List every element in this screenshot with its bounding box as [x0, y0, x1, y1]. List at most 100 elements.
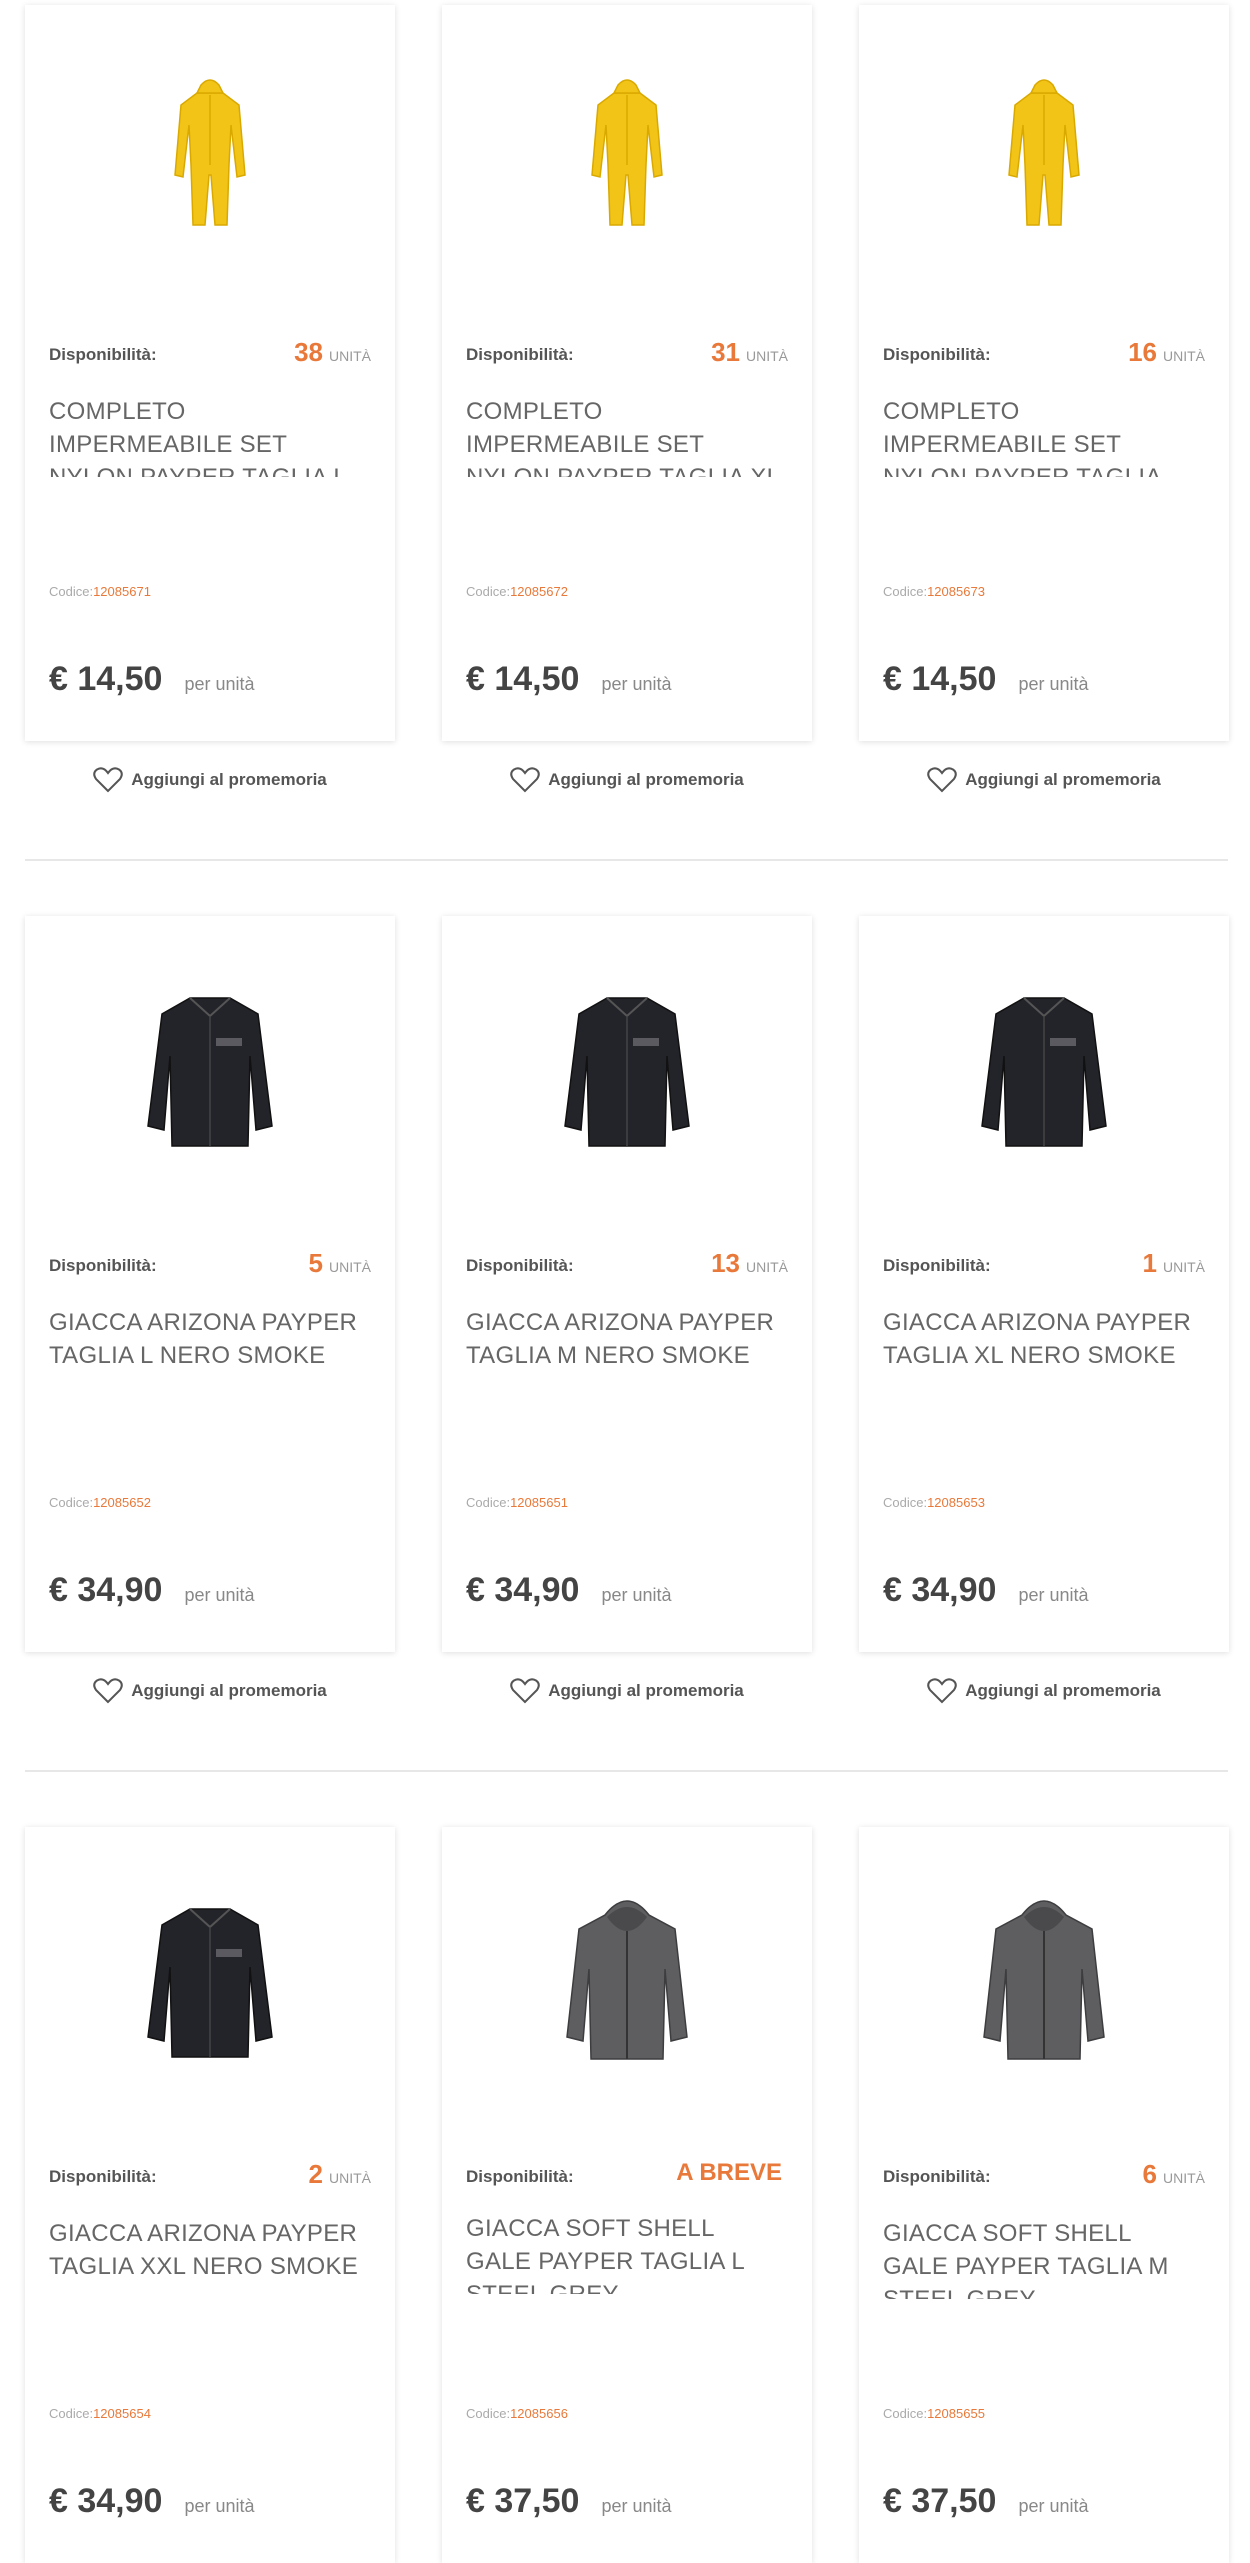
price-amount: € 34,90 — [883, 1571, 997, 1609]
product-title[interactable]: COMPLETO IMPERMEABILE SET NYLON PAYPER T… — [49, 395, 369, 477]
product-card[interactable]: Disponibilità: A BREVE GIACCA SOFT SHELL… — [442, 1827, 812, 2563]
stock-count: 1 — [1142, 1248, 1157, 1278]
code-label: Codice: — [883, 1495, 928, 1510]
stock-unit: UNITÀ — [1163, 1259, 1205, 1275]
stock-unit: UNITÀ — [1163, 348, 1205, 364]
heart-icon — [510, 1678, 540, 1704]
add-to-wishlist-button[interactable]: Aggiungi al promemoria — [25, 1676, 395, 1706]
heart-icon — [510, 767, 540, 793]
code-value: 12085656 — [510, 2406, 568, 2421]
add-to-wishlist-button[interactable]: Aggiungi al promemoria — [25, 765, 395, 795]
code-value: 12085671 — [93, 584, 151, 599]
stock-quantity: 2 UNITÀ — [309, 2159, 371, 2190]
product-image[interactable] — [442, 976, 812, 1176]
add-to-wishlist-button[interactable]: Aggiungi al promemoria — [859, 1676, 1229, 1706]
product-image[interactable] — [25, 1887, 395, 2087]
black-jacket-icon — [147, 1908, 273, 2058]
grey-softshell-jacket-icon — [983, 1900, 1105, 2060]
product-card[interactable]: Disponibilità: 13 UNITÀ GIACCA ARIZONA P… — [442, 916, 812, 1652]
code-value: 12085655 — [927, 2406, 985, 2421]
availability-label: Disponibilità: — [883, 1256, 991, 1275]
product-image[interactable] — [25, 976, 395, 1176]
add-to-wishlist-button[interactable]: Aggiungi al promemoria — [442, 765, 812, 795]
product-image[interactable] — [859, 976, 1229, 1176]
product-price: € 14,50 per unità — [466, 660, 672, 699]
stock-quantity: 5 UNITÀ — [309, 1248, 371, 1279]
code-label: Codice: — [466, 2406, 511, 2421]
heart-icon — [93, 767, 123, 793]
black-jacket-icon — [981, 997, 1107, 1147]
product-title[interactable]: GIACCA ARIZONA PAYPER TAGLIA L NERO SMOK… — [49, 1306, 369, 1372]
product-image[interactable] — [859, 1887, 1229, 2087]
price-unit: per unità — [184, 1585, 255, 1605]
product-price: € 34,90 per unità — [466, 1571, 672, 1610]
product-card[interactable]: Disponibilità: 5 UNITÀ GIACCA ARIZONA PA… — [25, 916, 395, 1652]
wishlist-label: Aggiungi al promemoria — [965, 1681, 1161, 1700]
price-amount: € 37,50 — [883, 2482, 997, 2520]
code-label: Codice: — [883, 584, 928, 599]
wishlist-label: Aggiungi al promemoria — [131, 1681, 327, 1700]
availability-label: Disponibilità: — [466, 2167, 574, 2186]
price-unit: per unità — [601, 1585, 672, 1605]
product-title[interactable]: GIACCA SOFT SHELL GALE PAYPER TAGLIA M S… — [883, 2217, 1203, 2299]
add-to-wishlist-button[interactable]: Aggiungi al promemoria — [859, 765, 1229, 795]
product-image[interactable] — [25, 65, 395, 265]
product-code: Codice:12085656 — [466, 2406, 568, 2421]
price-unit: per unità — [601, 674, 672, 694]
product-image[interactable] — [442, 65, 812, 265]
code-value: 12085653 — [927, 1495, 985, 1510]
product-code: Codice:12085652 — [49, 1495, 151, 1510]
price-amount: € 14,50 — [49, 660, 163, 698]
stock-unit: UNITÀ — [1163, 2170, 1205, 2186]
wishlist-label: Aggiungi al promemoria — [548, 1681, 744, 1700]
code-value: 12085651 — [510, 1495, 568, 1510]
product-image[interactable] — [859, 65, 1229, 265]
product-title[interactable]: COMPLETO IMPERMEABILE SET NYLON PAYPER T… — [883, 395, 1203, 477]
code-value: 12085673 — [927, 584, 985, 599]
wishlist-label: Aggiungi al promemoria — [965, 770, 1161, 789]
heart-icon — [927, 1678, 957, 1704]
product-card[interactable]: Disponibilità: 16 UNITÀ COMPLETO IMPERME… — [859, 5, 1229, 741]
add-to-wishlist-button[interactable]: Aggiungi al promemoria — [442, 1676, 812, 1706]
product-price: € 14,50 per unità — [883, 660, 1089, 699]
grey-softshell-jacket-icon — [566, 1900, 688, 2060]
product-image[interactable] — [442, 1887, 812, 2087]
yellow-rain-suit-icon — [174, 79, 246, 226]
product-title[interactable]: GIACCA ARIZONA PAYPER TAGLIA XXL NERO SM… — [49, 2217, 369, 2283]
price-amount: € 34,90 — [49, 2482, 163, 2520]
price-unit: per unità — [184, 2496, 255, 2516]
price-unit: per unità — [1018, 2496, 1089, 2516]
price-amount: € 34,90 — [49, 1571, 163, 1609]
product-card[interactable]: Disponibilità: 2 UNITÀ GIACCA ARIZONA PA… — [25, 1827, 395, 2563]
stock-count: 2 — [308, 2159, 323, 2189]
code-label: Codice: — [49, 584, 94, 599]
stock-count: 31 — [711, 337, 740, 367]
product-card[interactable]: Disponibilità: 1 UNITÀ GIACCA ARIZONA PA… — [859, 916, 1229, 1652]
product-card[interactable]: Disponibilità: 31 UNITÀ COMPLETO IMPERME… — [442, 5, 812, 741]
stock-count: 5 — [308, 1248, 323, 1278]
availability-label: Disponibilità: — [49, 1256, 157, 1275]
yellow-rain-suit-icon — [591, 79, 663, 226]
availability-label: Disponibilità: — [883, 345, 991, 364]
product-code: Codice:12085671 — [49, 584, 151, 599]
stock-quantity: 6 UNITÀ — [1143, 2159, 1205, 2190]
code-label: Codice: — [49, 2406, 94, 2421]
product-title[interactable]: COMPLETO IMPERMEABILE SET NYLON PAYPER T… — [466, 395, 786, 477]
stock-count: 16 — [1128, 337, 1157, 367]
product-card[interactable]: Disponibilità: 6 UNITÀ GIACCA SOFT SHELL… — [859, 1827, 1229, 2563]
heart-icon — [93, 1678, 123, 1704]
wishlist-label: Aggiungi al promemoria — [131, 770, 327, 789]
price-unit: per unità — [184, 674, 255, 694]
product-code: Codice:12085672 — [466, 584, 568, 599]
stock-status: A BREVE — [676, 2159, 782, 2186]
product-title[interactable]: GIACCA SOFT SHELL GALE PAYPER TAGLIA L S… — [466, 2212, 786, 2294]
product-title[interactable]: GIACCA ARIZONA PAYPER TAGLIA M NERO SMOK… — [466, 1306, 786, 1372]
product-price: € 37,50 per unità — [883, 2482, 1089, 2521]
availability-label: Disponibilità: — [883, 2167, 991, 2186]
product-title[interactable]: GIACCA ARIZONA PAYPER TAGLIA XL NERO SMO… — [883, 1306, 1203, 1372]
code-value: 12085652 — [93, 1495, 151, 1510]
product-card[interactable]: Disponibilità: 38 UNITÀ COMPLETO IMPERME… — [25, 5, 395, 741]
product-price: € 34,90 per unità — [49, 2482, 255, 2521]
stock-unit: UNITÀ — [329, 1259, 371, 1275]
price-amount: € 34,90 — [466, 1571, 580, 1609]
